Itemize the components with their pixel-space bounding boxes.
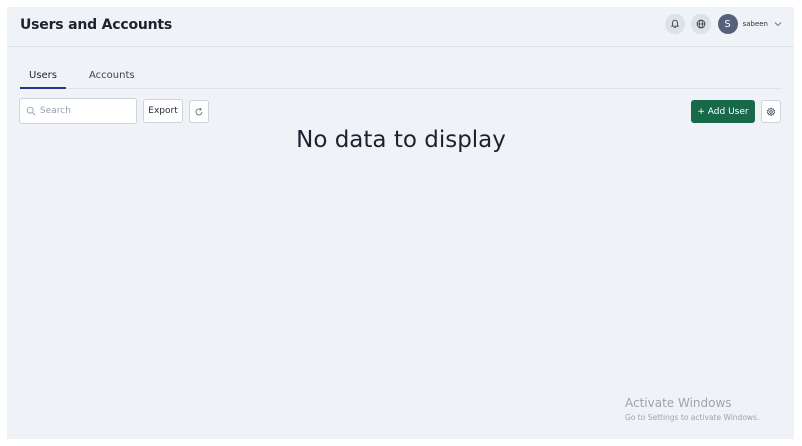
refresh-icon: [195, 107, 203, 115]
bell-icon: [670, 19, 679, 28]
page-header: Users and Accounts S sabeen: [7, 7, 794, 47]
table-settings-button[interactable]: [761, 100, 781, 123]
export-button[interactable]: Export: [143, 99, 183, 123]
watermark-title: Activate Windows: [625, 396, 732, 410]
watermark-subtitle: Go to Settings to activate Windows.: [625, 413, 760, 422]
search-box[interactable]: [19, 98, 137, 124]
activate-windows-watermark: Activate Windows Go to Settings to activ…: [625, 396, 759, 422]
username: sabeen: [742, 20, 768, 28]
add-user-button[interactable]: + Add User: [691, 100, 755, 123]
search-icon: [26, 106, 36, 116]
user-menu[interactable]: S sabeen: [717, 14, 782, 34]
globe-icon: [696, 19, 705, 29]
tab-users[interactable]: Users: [29, 70, 57, 81]
gear-icon: [766, 106, 776, 116]
page-title: Users and Accounts: [20, 17, 173, 33]
refresh-button[interactable]: [189, 100, 209, 123]
avatar: S: [717, 14, 738, 34]
search-input[interactable]: [40, 106, 130, 116]
chevron-down-icon: [774, 21, 782, 27]
language-button[interactable]: [690, 14, 711, 34]
header-actions: S sabeen: [664, 14, 782, 34]
notifications-button[interactable]: [664, 14, 685, 34]
empty-state-message: No data to display: [296, 127, 506, 153]
tab-accounts[interactable]: Accounts: [89, 70, 135, 81]
tab-bar: Users Accounts: [20, 65, 782, 89]
app-container: Users and Accounts S sabeen Users Accoun…: [7, 7, 794, 439]
active-tab-indicator: [20, 87, 66, 89]
